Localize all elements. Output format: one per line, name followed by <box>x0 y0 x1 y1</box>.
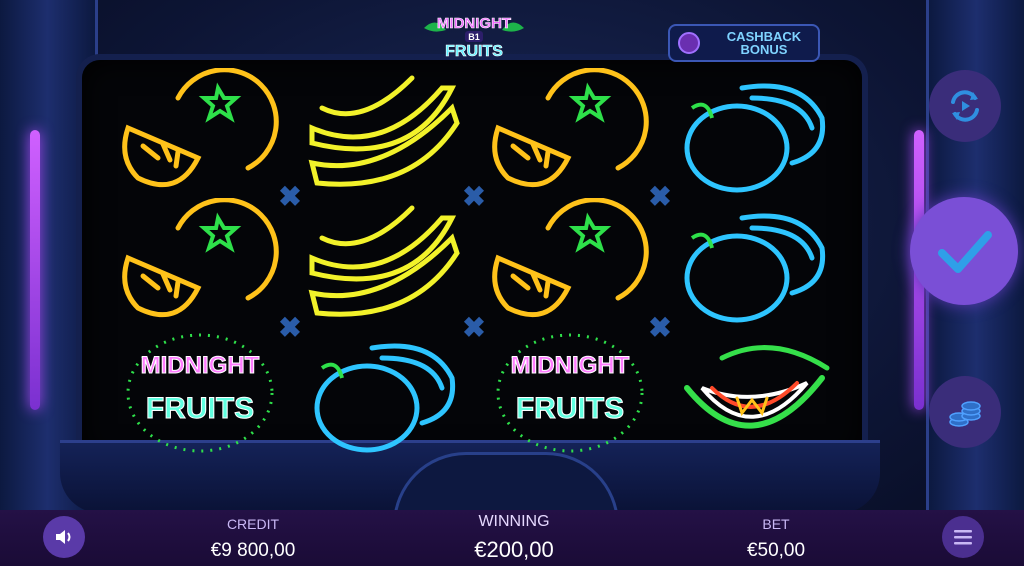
autoplay-button[interactable] <box>929 70 1001 142</box>
cashback-indicator-icon <box>678 32 700 54</box>
winning-value: €200,00 <box>474 537 554 562</box>
multiply-icon: ✖ <box>462 312 486 343</box>
plum-symbol <box>684 213 826 323</box>
bet-value: €50,00 <box>746 540 806 561</box>
logo-line2: FRUITS <box>445 43 503 60</box>
multiply-icon: ✖ <box>648 181 672 212</box>
watermelon-symbol <box>684 345 830 429</box>
plum-symbol <box>314 343 456 453</box>
symbol-logo-top: MIDNIGHT <box>511 352 630 379</box>
sound-icon <box>56 530 71 544</box>
bet-display: BET €50,00 <box>726 516 826 562</box>
logo-line1: MIDNIGHT <box>437 15 511 32</box>
credit-label: CREDIT <box>226 516 280 532</box>
orange-symbol <box>492 198 649 318</box>
symbol-logo-bottom: FRUITS <box>516 392 624 425</box>
midnight-fruits-logo-symbol: MIDNIGHT FRUITS <box>496 333 644 453</box>
credit-value: €9 800,00 <box>210 540 296 561</box>
autoplay-icon <box>951 90 979 122</box>
left-neon-tube <box>30 130 40 410</box>
multiply-icon: ✖ <box>278 312 302 343</box>
orange-symbol <box>122 68 279 188</box>
symbol-logo-bottom: FRUITS <box>146 392 254 425</box>
bet-coins-button[interactable] <box>929 376 1001 448</box>
cashback-bonus-button[interactable]: CASHBACK BONUS <box>668 24 820 62</box>
winning-label: WINNING <box>478 513 550 530</box>
game-logo: MIDNIGHT B1 FRUITS <box>424 15 524 60</box>
multiply-icon: ✖ <box>648 312 672 343</box>
bet-label: BET <box>762 516 790 532</box>
banana-symbol <box>308 205 460 317</box>
bonus-label: BONUS <box>740 42 788 57</box>
spin-check-icon <box>938 231 992 273</box>
symbol-logo-top: MIDNIGHT <box>141 352 260 379</box>
orange-symbol <box>122 198 279 318</box>
coins-icon <box>949 401 981 427</box>
logo-badge: B1 <box>468 32 480 42</box>
menu-icon <box>954 530 972 545</box>
menu-button[interactable] <box>942 516 984 558</box>
winning-display: WINNING €200,00 <box>452 513 576 563</box>
spin-button[interactable] <box>910 197 1018 305</box>
multiply-icon: ✖ <box>462 181 486 212</box>
sound-button[interactable] <box>43 516 85 558</box>
multiply-icon: ✖ <box>278 181 302 212</box>
credit-display: CREDIT €9 800,00 <box>200 516 306 562</box>
midnight-fruits-logo-symbol: MIDNIGHT FRUITS <box>126 333 274 453</box>
banana-symbol <box>308 75 460 187</box>
plum-symbol <box>684 83 826 193</box>
orange-symbol <box>492 68 649 188</box>
